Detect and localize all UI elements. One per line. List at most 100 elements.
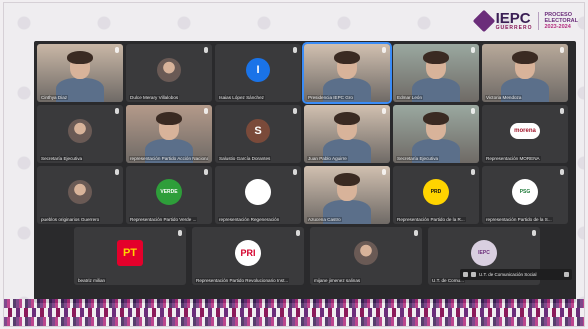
participant-hair (334, 50, 360, 64)
participant-tile[interactable]: Edmar León (393, 44, 479, 102)
participant-name: mijane jimenez salinas (313, 278, 362, 283)
participant-tile[interactable]: representación Regeneración (215, 166, 301, 224)
participant-name: pueblos originarios Guerrero (40, 217, 101, 222)
participant-tile[interactable]: S Salustio García Dorantes (215, 105, 301, 163)
participant-video (126, 105, 212, 163)
mic-muted-icon (204, 108, 208, 114)
participant-name: representación Partido de la S... (485, 217, 553, 222)
iepc-logo: IEPC GUERRERO (472, 9, 533, 33)
participant-tile[interactable]: Secretaría Ejecutiva (37, 105, 123, 163)
party-logo-icon: PRD (423, 178, 449, 205)
mic-muted-icon (414, 230, 418, 236)
participant-tile[interactable]: Azucena Castro (304, 166, 390, 224)
participant-tile[interactable]: Secretaría Ejecutiva (393, 105, 479, 163)
participant-tile[interactable]: pueblos originarios Guerrero (37, 166, 123, 224)
party-logo-icon: morena (510, 122, 540, 139)
participant-tile[interactable]: PT beatriz milian (74, 227, 186, 285)
party-logo-icon: PSG (512, 178, 538, 205)
participant-hair (334, 111, 360, 125)
participant-video (393, 44, 479, 102)
mic-muted-icon (471, 47, 475, 53)
participant-name: Presidencia IEPC Gro (307, 95, 354, 100)
participant-tile[interactable]: PRI Representación Partido Revolucionario… (192, 227, 304, 285)
participant-tile[interactable]: representación Partido Acción Nacional (126, 105, 212, 163)
participant-tile[interactable]: Victoria Mendoza (482, 44, 568, 102)
avatar-photo (68, 118, 92, 143)
mic-muted-icon (178, 230, 182, 236)
participant-name: beatriz milian (77, 278, 107, 283)
avatar-initial: S (246, 118, 270, 143)
participant-name: Representación Partido de la R... (396, 217, 466, 222)
iepc-logo-sub: GUERRERO (495, 24, 533, 31)
mic-muted-icon (471, 108, 475, 114)
participant-video (304, 105, 390, 163)
participant-tile[interactable]: PRD Representación Partido de la R... (393, 166, 479, 224)
active-speaker-label: U.T. de Comunicación Social (479, 272, 537, 277)
mic-muted-icon (382, 108, 386, 114)
participant-name: Representación Partido Revolucionario In… (195, 278, 290, 283)
mic-muted-icon (296, 230, 300, 236)
mic-muted-icon (560, 47, 564, 53)
party-logo-icon: VERDE (156, 178, 182, 205)
mic-muted-icon (293, 47, 297, 53)
participant-name: Salustio García Dorantes (218, 156, 272, 161)
avatar-photo (68, 179, 92, 204)
participant-name: Isaias López Sánchez (218, 95, 265, 100)
participant-tile[interactable]: Dulce Merary Villalobos (126, 44, 212, 102)
participant-name: Juan Pablo Aguirre (307, 156, 348, 161)
mic-muted-icon (293, 169, 297, 175)
active-speaker-bar[interactable]: U.T. de Comunicación Social (460, 269, 572, 280)
expand-icon[interactable] (564, 272, 569, 277)
participant-video (37, 44, 123, 102)
mic-muted-icon (382, 169, 386, 175)
participant-name: Dulce Merary Villalobos (129, 95, 180, 100)
mic-muted-icon (204, 47, 208, 53)
participant-hair (512, 50, 538, 64)
participant-name: Victoria Mendoza (485, 95, 523, 100)
window-frame: IEPC GUERRERO PROCESO ELECTORAL 2023-202… (3, 2, 585, 327)
header-logos: IEPC GUERRERO PROCESO ELECTORAL 2023-202… (472, 7, 578, 35)
participant-tile[interactable]: Presidencia IEPC Gro (302, 42, 392, 104)
mic-muted-icon (204, 169, 208, 175)
party-logo-icon: PRI (235, 239, 261, 266)
proceso-electoral-logo: PROCESO ELECTORAL 2023-2024 (538, 12, 578, 30)
participant-name: Representación MORENA (485, 156, 541, 161)
participant-name: representación Regeneración (218, 217, 281, 222)
participant-tile[interactable]: morena Representación MORENA (482, 105, 568, 163)
avatar-initial: I (246, 57, 270, 82)
participant-tile[interactable]: PSG representación Partido de la S... (482, 166, 568, 224)
participant-video (393, 105, 479, 163)
participant-tile[interactable]: I Isaias López Sánchez (215, 44, 301, 102)
participant-video (304, 44, 390, 102)
participant-name: Cinthya Diaz (40, 95, 69, 100)
participant-video (482, 44, 568, 102)
iepc-logo-text: IEPC (495, 9, 531, 27)
party-logo-icon (245, 178, 271, 205)
participant-tile[interactable]: Juan Pablo Aguirre (304, 105, 390, 163)
participant-tile[interactable]: mijane jimenez salinas (310, 227, 422, 285)
participant-hair (423, 111, 449, 125)
participant-hair (423, 50, 449, 64)
video-icon (471, 272, 476, 277)
iepc-logo-icon (472, 9, 495, 33)
participant-name: Edmar León (396, 95, 424, 100)
party-logo-icon: IEPC (471, 239, 497, 266)
participant-name: representación Partido Acción Nacional (129, 156, 209, 161)
participant-hair (67, 50, 93, 64)
mic-muted-icon (532, 230, 536, 236)
mic-muted-icon (560, 108, 564, 114)
participant-hair (156, 111, 182, 125)
mic-muted-icon (115, 169, 119, 175)
participant-video (304, 166, 390, 224)
participant-name: Secretaría Ejecutiva (396, 156, 440, 161)
mic-muted-icon (560, 169, 564, 175)
participant-tile[interactable]: VERDE Representación Partido Verde ... (126, 166, 212, 224)
participant-tile[interactable]: Cinthya Diaz (37, 44, 123, 102)
mic-muted-icon (382, 47, 386, 53)
participant-name: Representación Partido Verde ... (129, 217, 198, 222)
participant-hair (334, 172, 360, 186)
mic-muted-icon (471, 169, 475, 175)
mic-icon (463, 272, 468, 277)
mic-muted-icon (115, 108, 119, 114)
decorative-border-pattern (4, 308, 584, 317)
